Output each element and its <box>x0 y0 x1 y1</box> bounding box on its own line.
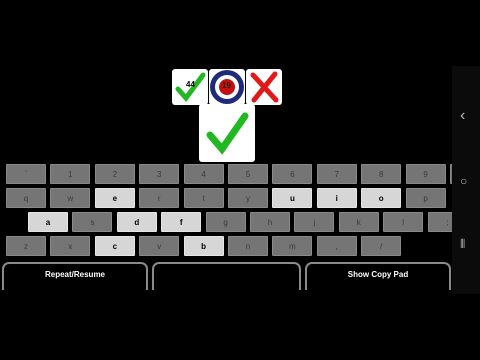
key-j[interactable]: j <box>294 212 335 232</box>
key-2[interactable]: 2 <box>94 164 135 184</box>
key-symbol-8[interactable]: / <box>361 236 402 256</box>
key-e[interactable]: e <box>94 188 135 208</box>
back-icon[interactable]: ‹ <box>460 108 465 124</box>
target-count: 19 <box>222 81 231 90</box>
key-m[interactable]: m <box>272 236 313 256</box>
middle-button[interactable] <box>152 262 301 290</box>
cross-icon <box>250 71 279 103</box>
key-5[interactable]: 5 <box>228 164 268 184</box>
key-z[interactable]: z <box>6 236 46 256</box>
key-t[interactable]: t <box>183 188 224 208</box>
key-a[interactable]: a <box>28 212 68 232</box>
key-l[interactable]: l <box>383 212 424 232</box>
key-u[interactable]: u <box>272 188 313 208</box>
home-icon[interactable]: ○ <box>460 175 467 187</box>
show-copy-pad-button[interactable]: Show Copy Pad <box>305 262 451 290</box>
cross-tile <box>246 69 282 105</box>
key-x[interactable]: x <box>50 236 91 256</box>
key-s[interactable]: s <box>72 212 113 232</box>
key-b[interactable]: b <box>183 236 224 256</box>
score-count: 44 <box>186 80 195 89</box>
recents-icon[interactable]: ⦀ <box>460 238 465 250</box>
key-4[interactable]: 4 <box>183 164 224 184</box>
repeat-resume-button[interactable]: Repeat/Resume <box>2 262 148 290</box>
key-9[interactable]: 9 <box>405 164 446 184</box>
key-k[interactable]: k <box>338 212 379 232</box>
key-symbol-0[interactable]: ` <box>6 164 46 184</box>
key-p[interactable]: p <box>405 188 446 208</box>
target-tile: 19 <box>209 69 245 105</box>
key-d[interactable]: d <box>116 212 157 232</box>
key-f[interactable]: f <box>161 212 202 232</box>
key-3[interactable]: 3 <box>139 164 180 184</box>
key-y[interactable]: y <box>228 188 268 208</box>
key-1[interactable]: 1 <box>50 164 91 184</box>
score-tile: 44 <box>172 69 208 105</box>
key-q[interactable]: q <box>6 188 46 208</box>
result-check-tile <box>199 104 255 162</box>
key-h[interactable]: h <box>250 212 290 232</box>
check-icon <box>206 112 249 155</box>
key-g[interactable]: g <box>205 212 246 232</box>
key-r[interactable]: r <box>139 188 180 208</box>
key-o[interactable]: o <box>361 188 402 208</box>
key-i[interactable]: i <box>316 188 357 208</box>
key-v[interactable]: v <box>139 236 180 256</box>
key-w[interactable]: w <box>50 188 91 208</box>
key-c[interactable]: c <box>94 236 135 256</box>
key-7[interactable]: 7 <box>316 164 357 184</box>
key-8[interactable]: 8 <box>361 164 402 184</box>
key-6[interactable]: 6 <box>272 164 313 184</box>
key-n[interactable]: n <box>228 236 268 256</box>
key-symbol-7[interactable]: , <box>316 236 357 256</box>
